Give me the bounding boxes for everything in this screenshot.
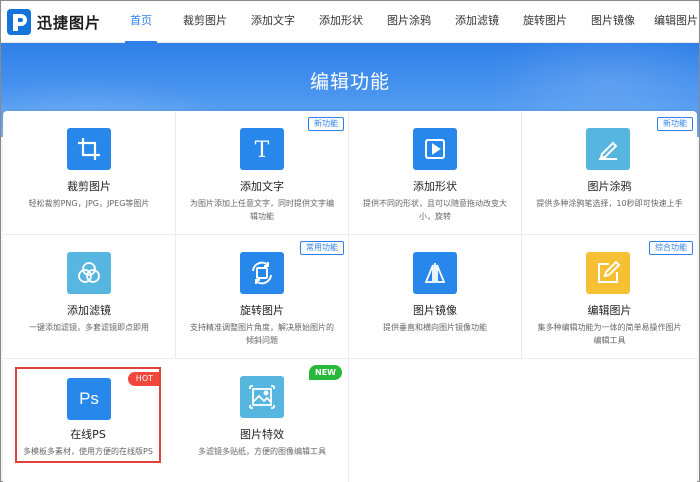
card-title: 图片涂鸦 bbox=[587, 180, 632, 193]
card-mirror-image[interactable]: 图片镜像 提供垂直和横向图片镜像功能 bbox=[349, 235, 522, 359]
pen-icon bbox=[586, 128, 630, 170]
image-effect-icon bbox=[240, 376, 284, 418]
new-feature-badge: 新功能 bbox=[308, 117, 344, 131]
svg-text:T: T bbox=[255, 138, 270, 162]
logo-text: 迅捷图片 bbox=[37, 13, 102, 32]
card-title: 添加形状 bbox=[413, 180, 457, 193]
filter-icon bbox=[67, 252, 111, 294]
card-desc: 支持精准调整图片角度，解决原始图片的倾斜问题 bbox=[190, 323, 334, 345]
card-desc: 提供不同的形状，且可以随意拖动改变大小，旋转 bbox=[363, 199, 507, 221]
nav-add-filter[interactable]: 添加滤镜 bbox=[443, 1, 511, 43]
nav-doodle[interactable]: 图片涂鸦 bbox=[375, 1, 443, 43]
card-title: 图片特效 bbox=[240, 428, 284, 441]
card-title: 在线PS bbox=[70, 428, 106, 441]
logo-icon bbox=[7, 9, 31, 35]
card-rotate-image[interactable]: 常用功能 旋转图片 支持精准调整图片角度，解决原始图片的倾斜问题 bbox=[176, 235, 349, 359]
card-desc: 提供多种涂鸦笔选择，10秒即可快速上手 bbox=[536, 199, 683, 208]
card-crop-image[interactable]: 裁剪图片 轻松裁剪PNG，JPG，JPEG等图片 bbox=[3, 111, 176, 235]
comprehensive-feature-badge: 综合功能 bbox=[649, 241, 693, 255]
rotate-icon bbox=[240, 252, 284, 294]
card-desc: 提供垂直和横向图片镜像功能 bbox=[383, 323, 487, 332]
edit-icon bbox=[586, 252, 630, 294]
card-title: 编辑图片 bbox=[587, 304, 632, 317]
card-edit-image[interactable]: 综合功能 编辑图片 集多种编辑功能为一体的简单易操作图片编辑工具 bbox=[522, 235, 697, 359]
card-desc: 集多种编辑功能为一体的简单易操作图片编辑工具 bbox=[537, 323, 682, 345]
common-feature-badge: 常用功能 bbox=[300, 241, 344, 255]
ps-icon: Ps bbox=[67, 378, 111, 420]
card-desc: 为图片添加上任意文字，同时提供文字编辑功能 bbox=[190, 199, 334, 221]
card-title: 图片镜像 bbox=[413, 304, 457, 317]
new-feature-badge: 新功能 bbox=[657, 117, 693, 131]
ps-icon-text: Ps bbox=[79, 389, 99, 408]
main-nav: 首页 裁剪图片 添加文字 添加形状 图片涂鸦 添加滤镜 旋转图片 图片镜像 编辑… bbox=[111, 1, 700, 43]
card-desc: 多模板多素材，使用方便的在线版PS bbox=[23, 447, 153, 456]
card-doodle[interactable]: 新功能 图片涂鸦 提供多种涂鸦笔选择，10秒即可快速上手 bbox=[522, 111, 697, 235]
card-desc: 一键添加滤镜，多套滤镜即点即用 bbox=[29, 323, 149, 332]
card-add-shape[interactable]: 添加形状 提供不同的形状，且可以随意拖动改变大小，旋转 bbox=[349, 111, 522, 235]
card-add-text[interactable]: 新功能 T 添加文字 为图片添加上任意文字，同时提供文字编辑功能 bbox=[176, 111, 349, 235]
nav-rotate-image[interactable]: 旋转图片 bbox=[511, 1, 579, 43]
play-shape-icon bbox=[413, 128, 457, 170]
mirror-icon bbox=[413, 252, 457, 294]
card-image-effect[interactable]: NEW 图片特效 多滤镜多贴纸，方便的图像编辑工具 bbox=[176, 359, 349, 482]
card-online-ps[interactable]: HOT Ps 在线PS 多模板多素材，使用方便的在线版PS bbox=[15, 367, 161, 463]
text-icon: T bbox=[240, 128, 284, 170]
banner-title: 编辑功能 bbox=[309, 71, 390, 93]
card-title: 旋转图片 bbox=[240, 304, 284, 317]
card-add-filter[interactable]: 添加滤镜 一键添加滤镜，多套滤镜即点即用 bbox=[3, 235, 176, 359]
nav-edit-image[interactable]: 编辑图片 bbox=[647, 1, 700, 43]
card-desc: 轻松裁剪PNG，JPG，JPEG等图片 bbox=[28, 199, 150, 208]
logo[interactable]: 迅捷图片 bbox=[7, 8, 101, 36]
crop-icon bbox=[67, 128, 111, 170]
nav-add-text[interactable]: 添加文字 bbox=[239, 1, 307, 43]
new-badge: NEW bbox=[309, 365, 342, 380]
nav-crop-image[interactable]: 裁剪图片 bbox=[171, 1, 239, 43]
card-title: 裁剪图片 bbox=[67, 180, 111, 193]
top-navigation-bar: 迅捷图片 首页 裁剪图片 添加文字 添加形状 图片涂鸦 添加滤镜 旋转图片 图片… bbox=[1, 1, 699, 43]
card-title: 添加文字 bbox=[240, 180, 284, 193]
card-desc: 多滤镜多贴纸，方便的图像编辑工具 bbox=[198, 447, 326, 456]
feature-grid: 裁剪图片 轻松裁剪PNG，JPG，JPEG等图片 新功能 T 添加文字 为图片添… bbox=[3, 111, 697, 482]
nav-mirror-image[interactable]: 图片镜像 bbox=[579, 1, 647, 43]
card-title: 添加滤镜 bbox=[67, 304, 111, 317]
nav-home[interactable]: 首页 bbox=[111, 1, 171, 43]
hot-badge: HOT bbox=[127, 372, 159, 386]
nav-add-shape[interactable]: 添加形状 bbox=[307, 1, 375, 43]
